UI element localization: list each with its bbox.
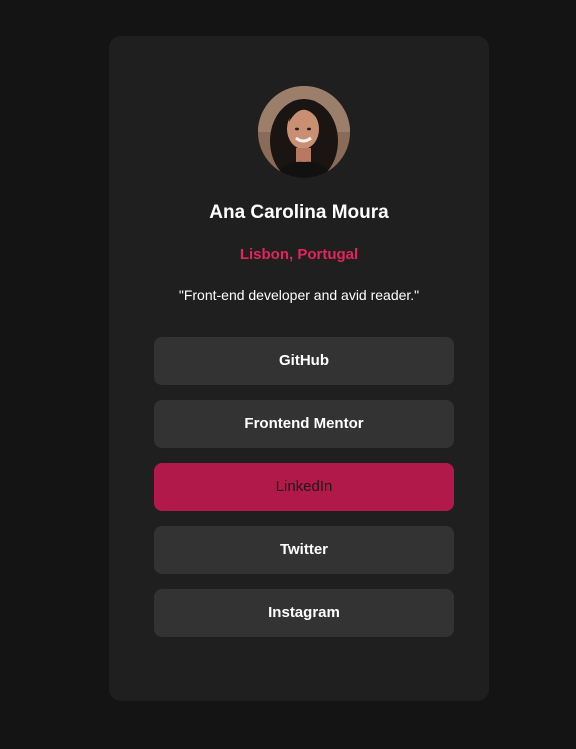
profile-photo [258,86,350,178]
instagram-link-button[interactable]: Instagram [154,589,454,637]
linkedin-link-button[interactable]: LinkedIn [154,463,454,511]
twitter-link-button[interactable]: Twitter [154,526,454,574]
social-link-item: Instagram [154,589,454,637]
social-link-item: LinkedIn [154,463,454,511]
profile-location: Lisbon, Portugal [239,246,359,263]
frontend-mentor-link-button[interactable]: Frontend Mentor [154,400,454,448]
social-link-item: GitHub [154,337,454,385]
profile-bio: "Front-end developer and avid reader." [178,287,420,303]
avatar [258,86,350,178]
social-links-list: GitHub Frontend Mentor LinkedIn Twitter … [154,337,454,652]
profile-card: Ana Carolina Moura Lisbon, Portugal "Fro… [109,36,489,701]
social-link-item: Frontend Mentor [154,400,454,448]
github-link-button[interactable]: GitHub [154,337,454,385]
social-link-item: Twitter [154,526,454,574]
profile-name: Ana Carolina Moura [209,202,389,223]
